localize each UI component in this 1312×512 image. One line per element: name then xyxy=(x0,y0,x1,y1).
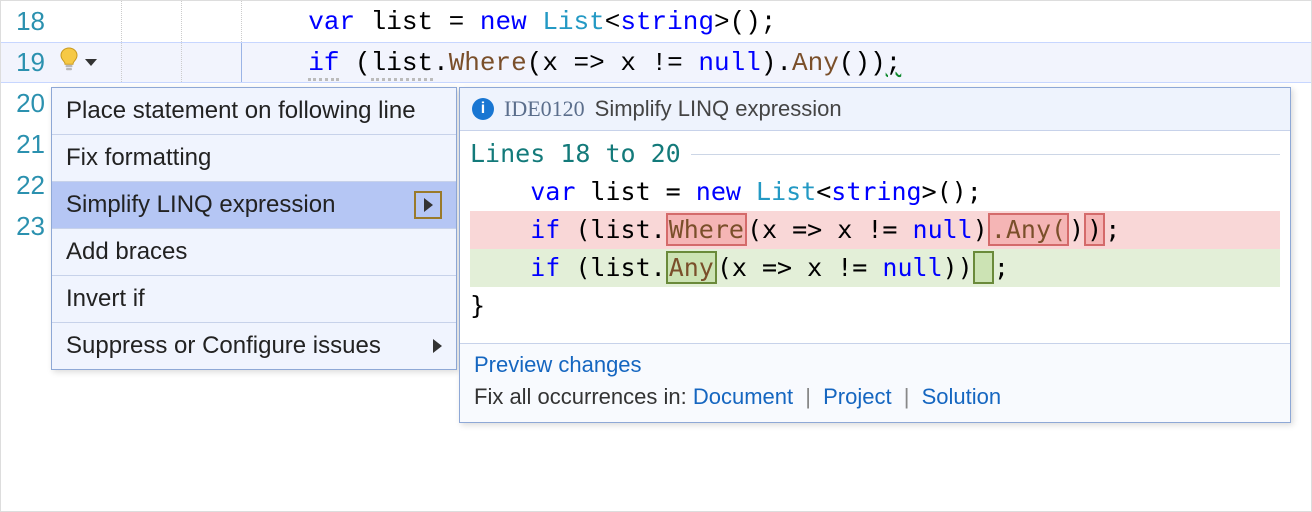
diff-removed-line: if (list.Where(x => x != null).Any()); xyxy=(470,211,1280,249)
fix-preview-panel: i IDE0120 Simplify LINQ expression Lines… xyxy=(459,87,1291,423)
gutter[interactable] xyxy=(51,43,121,82)
quick-actions-lightbulb[interactable] xyxy=(57,47,97,78)
qa-item-fix-formatting[interactable]: Fix formatting xyxy=(52,135,456,181)
diff-added-line: if (list.Any(x => x != null)) ; xyxy=(470,249,1280,287)
chevron-right-icon xyxy=(424,198,433,212)
chevron-down-icon xyxy=(85,59,97,66)
separator: | xyxy=(904,384,910,409)
fix-all-project-link[interactable]: Project xyxy=(823,384,891,409)
lightbulb-icon xyxy=(57,47,81,78)
diff-context-header: Lines 18 to 20 xyxy=(470,135,681,173)
fix-all-document-link[interactable]: Document xyxy=(693,384,793,409)
diagnostic-code: IDE0120 xyxy=(504,96,585,122)
fix-all-label: Fix all occurrences in: xyxy=(474,384,687,409)
qa-item-label: Place statement on following line xyxy=(66,97,416,125)
indent-guides xyxy=(121,43,301,82)
diff-view: Lines 18 to 20 var list = new List<strin… xyxy=(460,131,1290,343)
qa-item-invert-if[interactable]: Invert if xyxy=(52,276,456,322)
diff-context-line: } xyxy=(470,287,485,325)
qa-item-label: Fix formatting xyxy=(66,144,211,172)
line-number: 18 xyxy=(1,6,51,37)
code-line-current[interactable]: 19 if (list.Where(x => x != null).Any())… xyxy=(1,42,1311,83)
diff-context-line: var list = new List<string>(); xyxy=(470,173,982,211)
preview-changes-link[interactable]: Preview changes xyxy=(474,352,642,377)
qa-item-place-statement[interactable]: Place statement on following line xyxy=(52,88,456,134)
info-icon: i xyxy=(472,98,494,120)
qa-item-suppress-configure[interactable]: Suppress or Configure issues xyxy=(52,323,456,369)
line-number: 21 xyxy=(1,129,51,160)
submenu-indicator xyxy=(414,191,442,219)
code-line[interactable]: 18 var list = new List<string>(); xyxy=(1,1,1311,42)
diff-rule xyxy=(691,154,1280,155)
fix-all-solution-link[interactable]: Solution xyxy=(922,384,1002,409)
separator: | xyxy=(805,384,811,409)
diagnostic-title: Simplify LINQ expression xyxy=(595,96,842,122)
line-number: 23 xyxy=(1,211,51,242)
qa-item-label: Suppress or Configure issues xyxy=(66,332,381,360)
line-number: 19 xyxy=(1,47,51,78)
indent-guides xyxy=(121,1,301,42)
qa-item-label: Simplify LINQ expression xyxy=(66,191,335,219)
chevron-right-icon xyxy=(433,339,442,353)
line-number: 20 xyxy=(1,88,51,119)
qa-item-simplify-linq[interactable]: Simplify LINQ expression xyxy=(52,182,456,228)
gutter xyxy=(51,1,121,42)
preview-footer: Preview changes Fix all occurrences in: … xyxy=(460,343,1290,422)
preview-header: i IDE0120 Simplify LINQ expression xyxy=(460,88,1290,131)
qa-item-add-braces[interactable]: Add braces xyxy=(52,229,456,275)
qa-item-label: Invert if xyxy=(66,285,145,313)
qa-item-label: Add braces xyxy=(66,238,187,266)
quick-actions-menu: Place statement on following line Fix fo… xyxy=(51,87,457,370)
line-number: 22 xyxy=(1,170,51,201)
